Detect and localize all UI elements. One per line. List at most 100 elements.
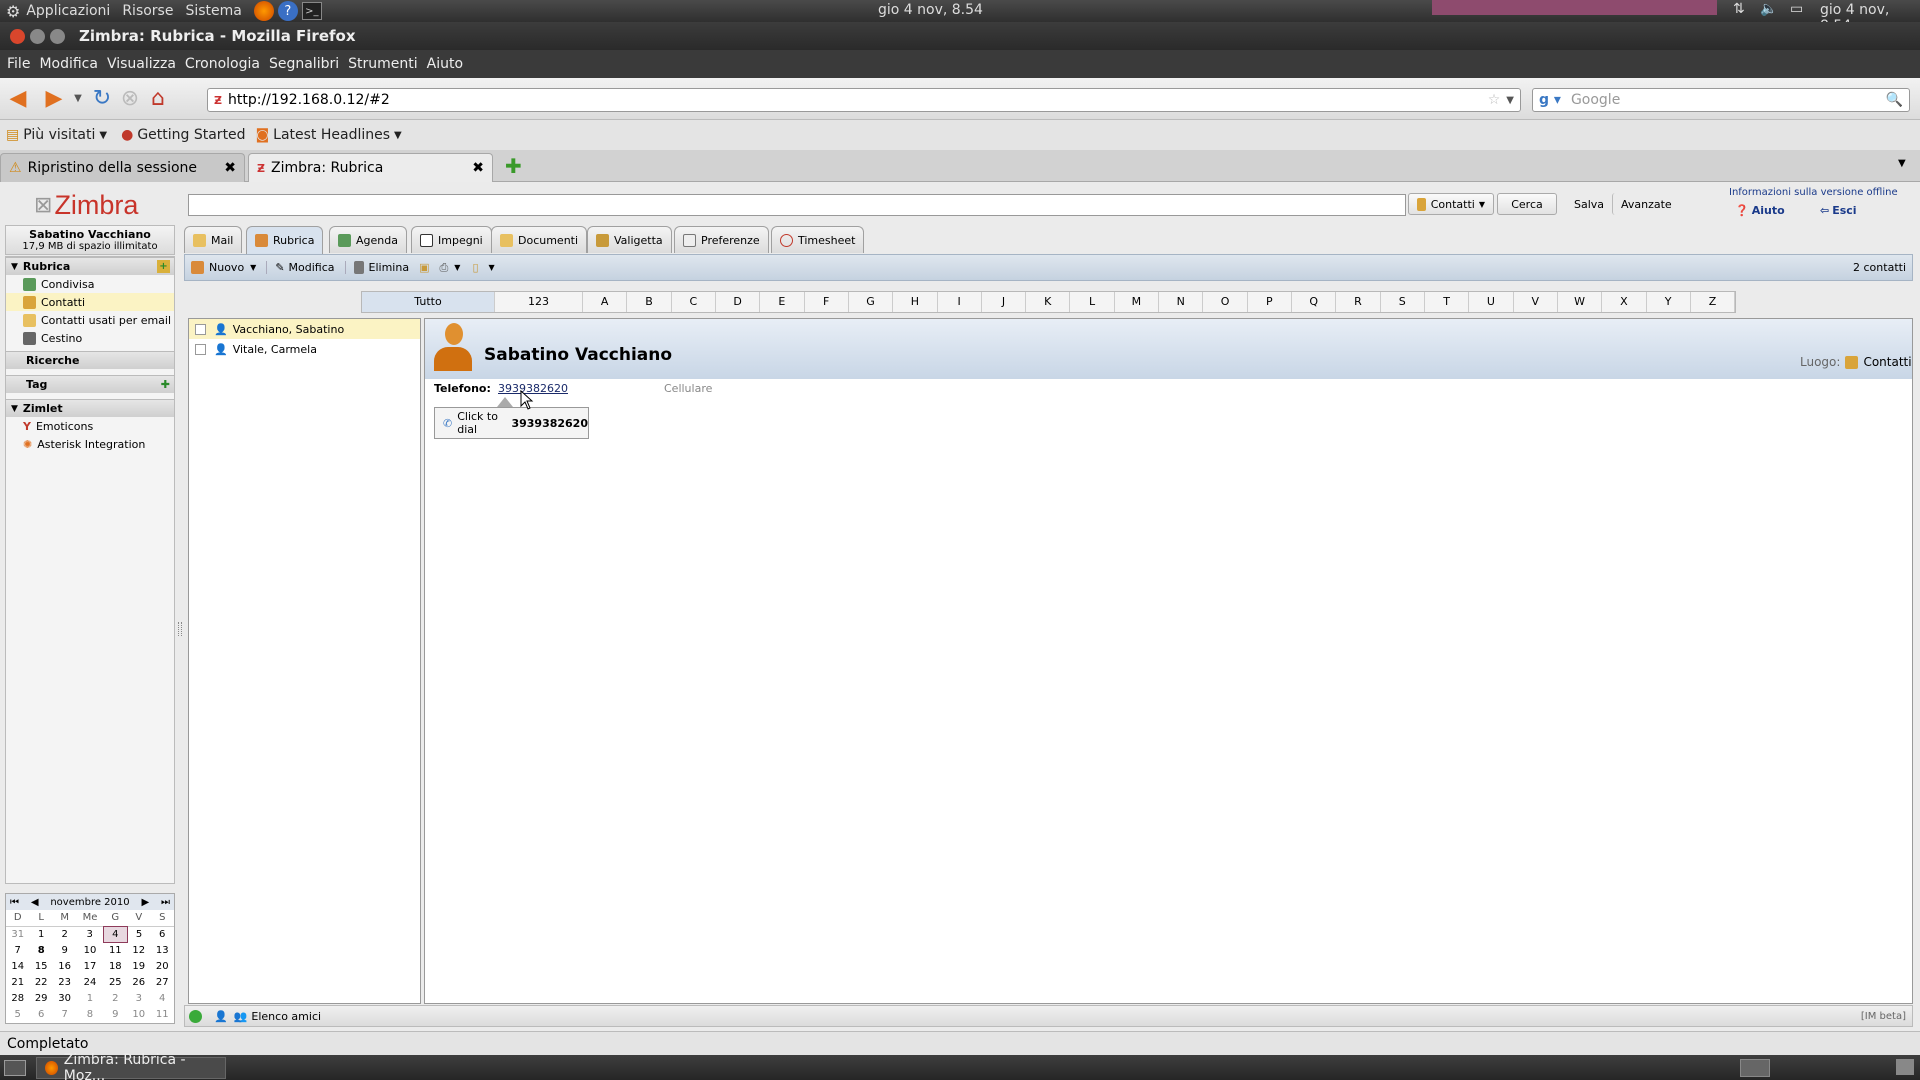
- menu-strumenti[interactable]: Strumenti: [348, 56, 418, 72]
- alpha-letter[interactable]: G: [849, 292, 894, 312]
- panel-clock[interactable]: gio 4 nov, 8.54: [878, 2, 983, 18]
- alpha-letter[interactable]: H: [893, 292, 938, 312]
- close-window-icon[interactable]: [10, 28, 25, 44]
- add-addressbook-icon[interactable]: +: [157, 260, 170, 273]
- network-icon[interactable]: ⇅: [1733, 1, 1745, 17]
- back-icon[interactable]: ◀: [4, 85, 32, 113]
- calendar-day[interactable]: 26: [127, 974, 150, 990]
- calendar-day[interactable]: 29: [29, 990, 52, 1006]
- battery-icon[interactable]: ▭: [1790, 1, 1803, 17]
- sidebar-item-contatti[interactable]: Contatti: [6, 293, 174, 311]
- calendar-day[interactable]: 20: [150, 958, 174, 974]
- zimbra-logo[interactable]: ⊠ Zimbra: [34, 190, 138, 220]
- tag-icon[interactable]: ▯: [472, 261, 478, 274]
- next-year-icon[interactable]: ⏭: [161, 897, 170, 908]
- calendar-day-other[interactable]: 31: [6, 926, 29, 942]
- bookmark-star-icon[interactable]: ☆: [1488, 92, 1501, 108]
- tag-header[interactable]: Tag ✚: [6, 375, 174, 393]
- terminal-launcher-icon[interactable]: >_: [301, 2, 322, 20]
- contact-checkbox[interactable]: [195, 343, 206, 355]
- alpha-letter[interactable]: Z: [1691, 292, 1736, 312]
- alpha-letter[interactable]: V: [1514, 292, 1558, 312]
- menu-segnalibri[interactable]: Segnalibri: [269, 56, 339, 72]
- alpha-letter[interactable]: X: [1602, 292, 1647, 312]
- tab-timesheet[interactable]: Timesheet: [771, 226, 865, 253]
- menu-modifica[interactable]: Modifica: [39, 56, 98, 72]
- calendar-day-other[interactable]: 10: [127, 1006, 150, 1022]
- zimbra-search-input[interactable]: [188, 194, 1406, 216]
- alpha-letter[interactable]: Y: [1647, 292, 1691, 312]
- reload-icon[interactable]: ↻: [88, 85, 116, 113]
- calendar-day[interactable]: 10: [76, 942, 103, 958]
- move-icon[interactable]: ▣: [419, 261, 429, 274]
- chevron-down-icon[interactable]: ▼: [394, 130, 402, 141]
- show-desktop-icon[interactable]: [4, 1059, 26, 1076]
- collapse-icon[interactable]: ▼: [11, 404, 18, 414]
- alpha-letter[interactable]: B: [627, 292, 672, 312]
- zimlet-emoticons[interactable]: Y Emoticons: [6, 417, 174, 435]
- url-bar[interactable]: Ƶ http://192.168.0.12/#2 ☆ ▼: [207, 88, 1521, 112]
- alpha-letter[interactable]: I: [938, 292, 982, 312]
- alpha-letter[interactable]: W: [1558, 292, 1603, 312]
- new-button[interactable]: Nuovo ▼: [191, 261, 256, 274]
- calendar-day-other[interactable]: 7: [53, 1006, 76, 1022]
- menu-aiuto[interactable]: Aiuto: [427, 56, 463, 72]
- print-icon[interactable]: ⎙: [439, 261, 448, 275]
- prev-year-icon[interactable]: ⏮: [10, 897, 19, 908]
- search-scope-dropdown[interactable]: Contatti ▼: [1408, 193, 1494, 215]
- offline-info-link[interactable]: Informazioni sulla versione offline: [1729, 187, 1898, 198]
- location-value[interactable]: Contatti: [1863, 355, 1911, 369]
- home-icon[interactable]: ⌂: [144, 85, 172, 113]
- alpha-letter[interactable]: N: [1159, 292, 1204, 312]
- stop-icon[interactable]: ⊗: [116, 85, 144, 113]
- close-tab-icon[interactable]: ✖: [224, 160, 236, 176]
- alpha-letter[interactable]: P: [1248, 292, 1292, 312]
- calendar-day-other[interactable]: 2: [104, 990, 127, 1006]
- search-go-icon[interactable]: 🔍: [1886, 92, 1903, 108]
- list-item[interactable]: 👤 Vacchiano, Sabatino: [189, 319, 420, 339]
- calendar-day-other[interactable]: 11: [150, 1006, 174, 1022]
- calendar-day[interactable]: 27: [150, 974, 174, 990]
- calendar-day[interactable]: 11: [104, 942, 127, 958]
- calendar-day[interactable]: 18: [104, 958, 127, 974]
- maximize-window-icon[interactable]: [50, 28, 65, 44]
- save-search-button[interactable]: Salva: [1566, 193, 1612, 215]
- volume-icon[interactable]: 🔈: [1760, 1, 1777, 17]
- firefox-launcher-icon[interactable]: [253, 1, 274, 21]
- search-engine-icon[interactable]: g ▾: [1539, 92, 1561, 108]
- help-link[interactable]: ❓ Aiuto: [1735, 204, 1785, 217]
- next-month-icon[interactable]: ▶: [141, 897, 149, 908]
- calendar-day-other[interactable]: 5: [6, 1006, 29, 1022]
- calendar-day-other[interactable]: 4: [150, 990, 174, 1006]
- buddy-list-label[interactable]: Elenco amici: [251, 1010, 321, 1023]
- new-tab-icon[interactable]: ✚: [505, 154, 522, 178]
- calendar-day-today[interactable]: 4: [103, 925, 128, 943]
- click-to-dial-tooltip[interactable]: ✆ Click to dial 3939382620: [434, 407, 589, 439]
- tab-valigetta[interactable]: Valigetta: [587, 226, 672, 253]
- sidebar-item-cestino[interactable]: Cestino: [6, 329, 174, 347]
- gnome-foot-icon[interactable]: ⚙: [6, 2, 20, 21]
- calendar-day[interactable]: 12: [127, 942, 150, 958]
- bookmark-latest-headlines[interactable]: Latest Headlines: [273, 127, 390, 143]
- collapse-icon[interactable]: ▼: [11, 262, 18, 272]
- tab-zimbra-rubrica[interactable]: Ƶ Zimbra: Rubrica ✖: [248, 153, 493, 182]
- calendar-day[interactable]: 7: [6, 942, 29, 958]
- calendar-day[interactable]: 2: [53, 926, 76, 942]
- calendar-day[interactable]: 23: [53, 974, 76, 990]
- bookmark-piu-visitati[interactable]: Più visitati: [23, 127, 95, 143]
- calendar-day[interactable]: 16: [53, 958, 76, 974]
- alpha-letter[interactable]: C: [672, 292, 716, 312]
- advanced-search-button[interactable]: Avanzate: [1612, 193, 1680, 215]
- calendar-day[interactable]: 3: [76, 926, 103, 942]
- calendar-day[interactable]: 15: [29, 958, 52, 974]
- menu-risorse[interactable]: Risorse: [122, 3, 173, 19]
- search-bar[interactable]: g ▾ Google 🔍: [1532, 88, 1910, 112]
- forward-icon[interactable]: ▶: [40, 85, 68, 113]
- rubrica-header[interactable]: ▼ Rubrica +: [6, 257, 174, 275]
- url-dropdown-icon[interactable]: ▼: [1506, 95, 1514, 106]
- menu-sistema[interactable]: Sistema: [185, 3, 241, 19]
- calendar-day[interactable]: 21: [6, 974, 29, 990]
- ricerche-header[interactable]: Ricerche: [6, 351, 174, 369]
- close-tab-icon[interactable]: ✖: [472, 160, 484, 176]
- tab-documenti[interactable]: Documenti: [491, 226, 588, 253]
